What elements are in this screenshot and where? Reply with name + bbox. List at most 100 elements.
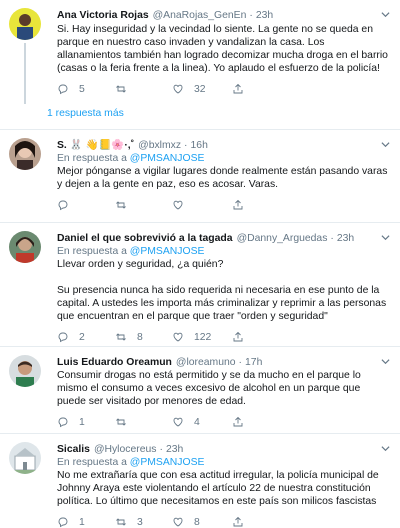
replying-to: En respuesta a @PMSANJOSE: [57, 245, 390, 258]
share-button[interactable]: [232, 516, 290, 528]
reply-to-handle[interactable]: @PMSANJOSE: [130, 153, 205, 164]
tweet-header: Daniel el que sobrevivió a la tagada @Da…: [57, 232, 390, 245]
tweet-header: Ana Victoria Rojas @AnaRojas_GenEn · 23h: [57, 9, 390, 22]
tweet[interactable]: Daniel el que sobrevivió a la tagada @Da…: [0, 223, 400, 347]
retweet-button[interactable]: [115, 416, 172, 428]
reply-icon: [58, 517, 68, 528]
reply-icon: [58, 84, 68, 95]
author-name[interactable]: Luis Eduardo Oreamun: [57, 356, 172, 369]
author-name[interactable]: S. 🐰 👋📒🌸·,˚: [57, 139, 134, 152]
show-more-replies-link[interactable]: 1 respuesta más: [0, 104, 400, 130]
tweet-paragraph: Si. Hay inseguridad y la vecindad lo sie…: [57, 24, 388, 74]
replying-to: En respuesta a @PMSANJOSE: [57, 456, 390, 469]
chevron-down-icon[interactable]: [381, 10, 390, 19]
tweet[interactable]: Sicalis @Hylocereus · 23h En respuesta a…: [0, 434, 400, 528]
tweet-paragraph: Mejor pónganse a vigilar lugares donde r…: [57, 166, 388, 190]
timestamp[interactable]: 17h: [245, 356, 262, 369]
like-count: 4: [194, 416, 200, 428]
heart-icon: [173, 200, 183, 210]
timestamp[interactable]: 23h: [166, 443, 183, 456]
timestamp[interactable]: 16h: [191, 139, 208, 152]
retweet-count: 3: [137, 516, 143, 528]
like-count: 122: [194, 331, 212, 343]
tweet[interactable]: S. 🐰 👋📒🌸·,˚ @bxlmxz · 16h En respuesta a…: [0, 130, 400, 223]
tweet-text: No me extrañaría que con esa actitud irr…: [57, 469, 390, 508]
share-icon: [233, 199, 243, 210]
reply-button[interactable]: 2: [57, 331, 115, 343]
tweet-actions: 1 4: [57, 411, 390, 433]
heart-icon: [173, 517, 183, 527]
timestamp[interactable]: 23h: [337, 232, 354, 245]
share-button[interactable]: [232, 199, 290, 211]
avatar[interactable]: [9, 8, 41, 40]
tweet-text: Consumir drogas no está permitido y se d…: [57, 369, 390, 408]
chevron-down-icon[interactable]: [381, 444, 390, 453]
separator-dot: ·: [238, 357, 243, 368]
like-button[interactable]: [172, 199, 232, 211]
author-handle[interactable]: @bxlmxz: [138, 139, 181, 152]
replying-to: En respuesta a @PMSANJOSE: [57, 152, 390, 165]
reply-to-handle[interactable]: @PMSANJOSE: [130, 246, 205, 257]
share-button[interactable]: [232, 331, 290, 343]
like-count: 32: [194, 83, 206, 95]
reply-button[interactable]: 1: [57, 416, 115, 428]
reply-count: 1: [79, 516, 85, 528]
retweet-button[interactable]: 3: [115, 516, 172, 528]
like-button[interactable]: 8: [172, 516, 232, 528]
tweet-text: Si. Hay inseguridad y la vecindad lo sie…: [57, 23, 390, 75]
retweet-icon: [116, 201, 126, 209]
retweet-icon: [116, 85, 126, 93]
avatar[interactable]: [9, 442, 41, 474]
like-button[interactable]: 32: [172, 83, 232, 95]
author-handle[interactable]: @loreamuno: [176, 356, 236, 369]
reply-count: 1: [79, 416, 85, 428]
tweet-header: S. 🐰 👋📒🌸·,˚ @bxlmxz · 16h: [57, 139, 390, 152]
reply-button[interactable]: 5: [57, 83, 115, 95]
author-name[interactable]: Ana Victoria Rojas: [57, 9, 149, 22]
author-handle[interactable]: @AnaRojas_GenEn: [153, 9, 247, 22]
timestamp[interactable]: 23h: [256, 9, 273, 22]
heart-icon: [173, 332, 183, 342]
reply-count: 2: [79, 331, 85, 343]
heart-icon: [173, 84, 183, 94]
reply-icon: [58, 200, 68, 211]
retweet-button[interactable]: [115, 83, 172, 95]
author-name[interactable]: Sicalis: [57, 443, 90, 456]
like-button[interactable]: 4: [172, 416, 232, 428]
tweet-paragraph: No me extrañaría que con esa actitud irr…: [57, 470, 379, 507]
author-handle[interactable]: @Danny_Arguedas: [237, 232, 328, 245]
author-name[interactable]: Daniel el que sobrevivió a la tagada: [57, 232, 233, 245]
retweet-icon: [116, 333, 126, 341]
reply-prefix: En respuesta a: [57, 457, 127, 468]
tweet-text: Llevar orden y seguridad, ¿a quién? Su p…: [57, 258, 390, 323]
retweet-icon: [116, 518, 126, 526]
author-handle[interactable]: @Hylocereus: [94, 443, 157, 456]
share-button[interactable]: [232, 416, 290, 428]
tweet-actions: 2 8 122: [57, 326, 390, 348]
chevron-down-icon[interactable]: [381, 140, 390, 149]
retweet-button[interactable]: 8: [115, 331, 172, 343]
tweet-paragraph: Consumir drogas no está permitido y se d…: [57, 370, 361, 407]
retweet-button[interactable]: [115, 199, 172, 211]
reply-to-handle[interactable]: @PMSANJOSE: [130, 457, 205, 468]
reply-icon: [58, 417, 68, 428]
avatar[interactable]: [9, 138, 41, 170]
reply-button[interactable]: [57, 199, 115, 211]
separator-dot: ·: [249, 10, 253, 21]
avatar[interactable]: [9, 355, 41, 387]
chevron-down-icon[interactable]: [381, 357, 390, 366]
chevron-down-icon[interactable]: [381, 233, 390, 242]
share-button[interactable]: [232, 83, 290, 95]
tweet[interactable]: Ana Victoria Rojas @AnaRojas_GenEn · 23h…: [0, 0, 400, 104]
reply-prefix: En respuesta a: [57, 246, 127, 257]
like-button[interactable]: 122: [172, 331, 232, 343]
tweet[interactable]: Luis Eduardo Oreamun @loreamuno · 17h Co…: [0, 347, 400, 434]
reply-button[interactable]: 1: [57, 516, 115, 528]
heart-icon: [173, 417, 183, 427]
avatar[interactable]: [9, 231, 41, 263]
reply-count: 5: [79, 83, 85, 95]
separator-dot: ·: [330, 233, 334, 244]
tweet-paragraph: Llevar orden y seguridad, ¿a quién?: [57, 259, 224, 270]
separator-dot: ·: [184, 140, 188, 151]
reply-icon: [58, 332, 68, 343]
